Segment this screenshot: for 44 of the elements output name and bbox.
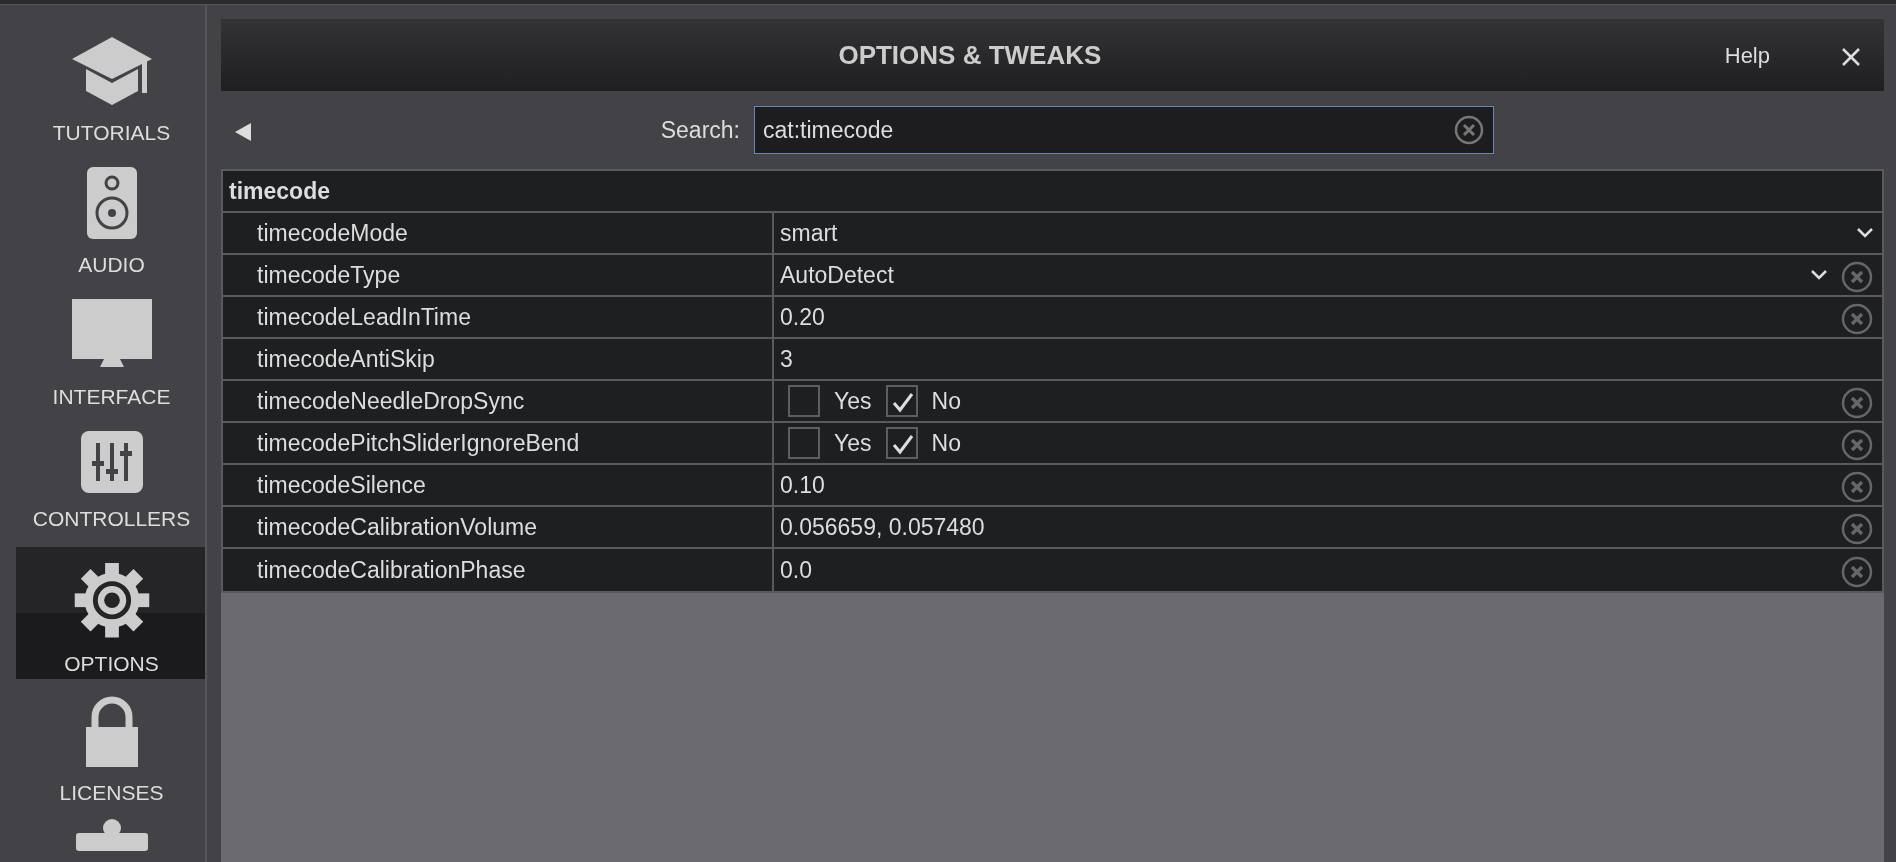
setting-name: timecodeCalibrationPhase	[223, 549, 774, 591]
dialog-title: OPTIONS & TWEAKS	[837, 38, 1103, 72]
close-icon	[1840, 45, 1862, 68]
setting-name: timecodeSilence	[223, 465, 774, 505]
setting-name: timecodeCalibrationVolume	[223, 507, 774, 547]
setting-value[interactable]: 0.056659, 0.057480	[780, 509, 985, 545]
setting-value[interactable]: 0.0	[780, 552, 812, 588]
sidebar-item[interactable]: LICENSES	[16, 679, 205, 811]
setting-value[interactable]: 3	[780, 341, 793, 377]
setting-value[interactable]: 0.10	[780, 467, 825, 503]
clear-icon[interactable]	[1454, 115, 1484, 145]
setting-name: timecodeType	[223, 255, 774, 295]
checkbox-label: Yes	[834, 428, 872, 458]
mixer-sliders-icon	[80, 431, 143, 493]
sidebar-item[interactable]: TUTORIALS	[16, 19, 205, 151]
gear-icon	[73, 563, 150, 638]
speaker-icon	[86, 167, 137, 239]
sidebar-item[interactable]: AUDIO	[16, 151, 205, 283]
checkbox[interactable]	[788, 427, 820, 459]
setting-value[interactable]: 0.20	[780, 299, 825, 335]
checkbox-label: No	[931, 428, 961, 458]
back-arrow-icon	[233, 120, 253, 143]
checkbox[interactable]	[885, 427, 918, 459]
setting-value[interactable]: AutoDetect	[780, 257, 894, 293]
search-label: Search:	[660, 115, 740, 145]
help-link[interactable]: Help	[1718, 37, 1776, 73]
sidebar-item[interactable]: OPTIONS	[16, 547, 205, 679]
sidebar-item[interactable]: CONTROLLERS	[16, 415, 205, 547]
checkbox-label: Yes	[834, 386, 872, 416]
setting-value[interactable]: smart	[780, 215, 838, 251]
dropdown-caret-icon[interactable]	[1856, 227, 1874, 239]
setting-name: timecodeLeadInTime	[223, 297, 774, 337]
lock-icon	[85, 695, 138, 767]
search-field[interactable]: cat:timecode	[754, 106, 1494, 154]
checkbox-label: No	[931, 386, 961, 416]
group-heading: timecode	[223, 171, 1882, 213]
dropdown-caret-icon[interactable]	[1810, 269, 1828, 281]
checkbox[interactable]	[885, 385, 918, 417]
setting-name: timecodeAntiSkip	[223, 339, 774, 379]
sidebar-item[interactable]: INTERFACE	[16, 283, 205, 415]
setting-name: timecodePitchSliderIgnoreBend	[223, 423, 774, 463]
checkbox[interactable]	[788, 385, 820, 417]
setting-name: timecodeMode	[223, 213, 774, 253]
setting-name: timecodeNeedleDropSync	[223, 381, 774, 421]
